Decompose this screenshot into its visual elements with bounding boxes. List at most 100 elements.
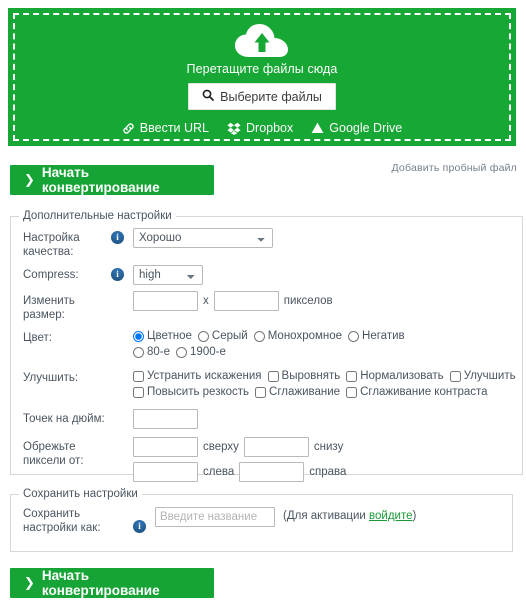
enhance-checkbox-1[interactable] (267, 370, 279, 382)
info-icon[interactable]: i (133, 520, 146, 533)
start-conversion-button-top[interactable]: ❯ Начать конвертирование (10, 165, 214, 195)
quality-setting-row: Настройка качества: i Хорошо (23, 228, 522, 259)
color-radio-1900s[interactable] (176, 346, 188, 358)
save-note-suffix: ) (412, 510, 417, 522)
enhance-checkbox-5[interactable] (255, 386, 267, 398)
compress-label: Compress: (23, 269, 79, 281)
crop-top-unit: сверху (203, 441, 239, 453)
info-icon[interactable]: i (111, 231, 124, 244)
enhance-option-despeckle[interactable]: Сглаживание (255, 384, 340, 400)
quality-field: Хорошо (133, 228, 522, 248)
enhance-option-deskew[interactable]: Выровнять (267, 368, 341, 384)
color-radio-line-1: Цветное Серый Монохромное Негатив (133, 328, 522, 344)
provider-dropbox-link[interactable]: Dropbox (227, 121, 293, 135)
provider-url-label: Ввести URL (139, 121, 210, 135)
advanced-settings-legend: Дополнительные настройки (23, 210, 172, 222)
crop-bottom-input[interactable] (243, 437, 309, 457)
enhance-options: Устранить искажения Выровнять Нормализов… (133, 368, 522, 400)
color-option-80s-label: 80-е (147, 346, 171, 358)
enhance-checkbox-6[interactable] (346, 386, 358, 398)
dpi-label: Точек на дюйм: (23, 413, 105, 425)
enhance-check-line-2: Повысить резкость Сглаживание Сглаживани… (133, 384, 522, 400)
enhance-option-label-0: Устранить искажения (147, 370, 262, 382)
enhance-option-deskew-distortion[interactable]: Устранить искажения (133, 368, 262, 384)
login-link[interactable]: войдите (369, 510, 412, 522)
add-trial-file-link[interactable]: Добавить пробный файл (392, 162, 518, 174)
enhance-checkbox-3[interactable] (449, 370, 461, 382)
provider-google-drive-label: Google Drive (329, 121, 403, 135)
enhance-option-label-3: Улучшить (463, 370, 516, 382)
dpi-input[interactable] (133, 409, 198, 429)
choose-files-button[interactable]: Выберите файлы (188, 83, 336, 110)
dpi-field (133, 409, 522, 429)
enhance-option-label-1: Выровнять (281, 370, 341, 382)
save-info-wrap: i (133, 517, 155, 535)
resize-setting-row: Изменить размер: x пикселов (23, 291, 522, 322)
provider-url-link[interactable]: Ввести URL (122, 121, 209, 135)
enhance-option-normalize[interactable]: Нормализовать (346, 368, 444, 384)
color-option-mono[interactable]: Монохромное (253, 328, 343, 344)
provider-dropbox-label: Dropbox (246, 121, 294, 135)
provider-google-drive-link[interactable]: Google Drive (311, 121, 402, 135)
enhance-option-contrast-smooth[interactable]: Сглаживание контраста (346, 384, 488, 400)
resize-separator: x (203, 295, 209, 307)
color-radio-line-2: 80-е 1900-е (133, 344, 522, 360)
crop-right-input[interactable] (239, 462, 305, 482)
resize-unit-label: пикселов (283, 295, 333, 307)
dropbox-icon (227, 122, 241, 135)
crop-top-input[interactable] (133, 437, 198, 457)
save-settings-fieldset: Сохранить настройки Сохранить настройки … (10, 488, 513, 552)
advanced-settings-fieldset: Дополнительные настройки Настройка качес… (10, 210, 523, 482)
color-radio-negative[interactable] (348, 330, 360, 342)
google-drive-icon (311, 122, 324, 134)
enhance-option-enhance[interactable]: Улучшить (449, 368, 516, 384)
color-option-1900s-label: 1900-е (190, 346, 226, 358)
resize-info-spacer (111, 291, 133, 294)
enhance-option-label-4: Повысить резкость (147, 386, 250, 398)
chevron-right-icon: ❯ (24, 172, 35, 187)
resize-height-input[interactable] (213, 291, 279, 311)
color-radio-mono[interactable] (253, 330, 265, 342)
info-icon[interactable]: i (111, 268, 124, 281)
color-option-mono-label: Монохромное (267, 330, 343, 342)
upload-dropzone[interactable]: Перетащите файлы сюда Выберите файлы Вве… (8, 8, 516, 146)
color-setting-row: Цвет: Цветное Серый Монохромное Негатив … (23, 328, 522, 360)
crop-label: Обрежьте пиксели от: (23, 441, 84, 467)
color-option-negative[interactable]: Негатив (348, 328, 405, 344)
quality-label: Настройка качества: (23, 232, 80, 258)
enhance-option-sharpen[interactable]: Повысить резкость (133, 384, 249, 400)
save-settings-label: Сохранить настройки как: (23, 508, 101, 534)
save-note-prefix: (Для активации (283, 510, 370, 522)
choose-files-label: Выберите файлы (220, 89, 322, 104)
link-icon (122, 122, 135, 135)
upload-dropzone-inner[interactable]: Перетащите файлы сюда Выберите файлы Вве… (13, 13, 511, 141)
save-settings-name-input[interactable] (155, 507, 275, 527)
enhance-info-spacer (111, 368, 133, 371)
enhance-label: Улучшить: (23, 372, 79, 384)
resize-width-input[interactable] (133, 291, 198, 311)
color-option-80s[interactable]: 80-е (133, 344, 170, 360)
color-option-color[interactable]: Цветное (133, 328, 192, 344)
compress-field: high (133, 265, 522, 285)
crop-setting-row: Обрежьте пиксели от: сверху снизу слева … (23, 437, 522, 482)
enhance-checkbox-0[interactable] (133, 370, 144, 382)
compress-select[interactable]: high (133, 265, 203, 285)
start-conversion-label-bottom: Начать конвертирование (41, 568, 160, 598)
advanced-settings-body: Настройка качества: i Хорошо Compress: i (11, 222, 522, 482)
enhance-checkbox-4[interactable] (133, 386, 144, 398)
compress-info-wrap: i (111, 265, 133, 281)
quality-select[interactable]: Хорошо (133, 228, 273, 248)
color-option-color-label: Цветное (147, 330, 192, 342)
color-option-gray[interactable]: Серый (197, 328, 248, 344)
color-radio-80s[interactable] (133, 346, 144, 358)
enhance-checkbox-2[interactable] (346, 370, 358, 382)
start-conversion-button-bottom[interactable]: ❯ Начать конвертирование (10, 568, 214, 598)
enhance-check-line-1: Устранить искажения Выровнять Нормализов… (133, 368, 522, 384)
color-radio-color[interactable] (133, 330, 144, 342)
crop-left-input[interactable] (133, 462, 198, 482)
color-radio-gray[interactable] (197, 330, 209, 342)
resize-fields: x пикселов (133, 291, 522, 311)
color-option-gray-label: Серый (211, 330, 248, 342)
color-option-1900s[interactable]: 1900-е (176, 344, 226, 360)
crop-right-unit: справа (309, 466, 347, 478)
